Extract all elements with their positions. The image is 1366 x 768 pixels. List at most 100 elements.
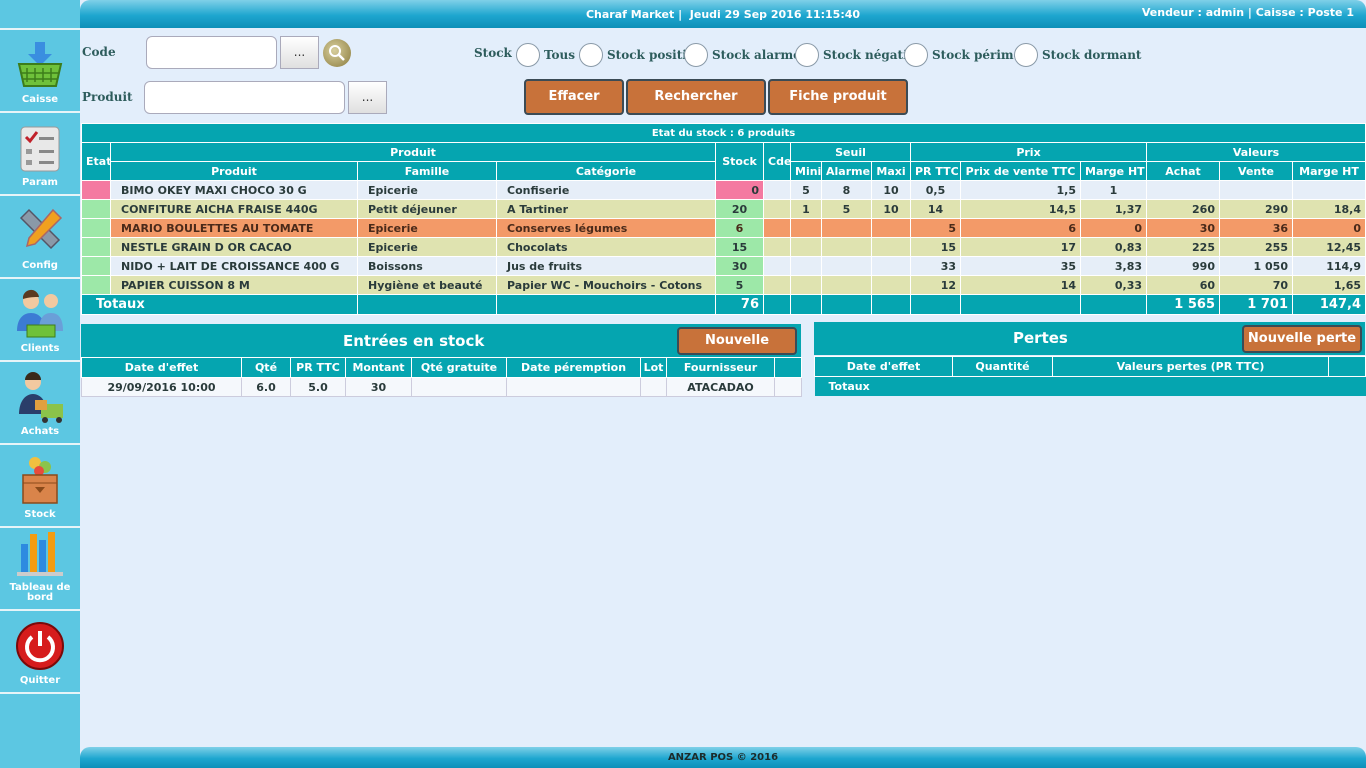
- checklist-icon: [13, 121, 67, 175]
- radio-stock-perime[interactable]: [904, 43, 928, 67]
- col-valeurs-pertes[interactable]: Valeurs pertes (PR TTC): [1052, 356, 1329, 377]
- totals-row: Totaux 76 1 565 1 701 147,4: [81, 294, 1366, 315]
- table-row[interactable]: NESTLE GRAIN D OR CACAO Epicerie Chocola…: [81, 237, 1366, 257]
- radio-tous[interactable]: [516, 43, 540, 67]
- cell-prix-vente: 35: [960, 256, 1081, 276]
- stock-table: Etat du stock : 6 produits Etat Produit …: [80, 123, 1366, 315]
- col-vente[interactable]: Vente: [1219, 161, 1293, 181]
- stock-box-icon: [13, 453, 67, 507]
- produit-input[interactable]: [144, 81, 345, 114]
- cell-alarme: 8: [821, 180, 872, 200]
- nouvelle-entree-button[interactable]: Nouvelle entrée: [677, 327, 797, 372]
- col-produit[interactable]: Produit: [110, 161, 358, 181]
- col-prix-vente[interactable]: Prix de vente TTC: [960, 161, 1081, 181]
- sidebar-item-param[interactable]: Param: [0, 113, 80, 196]
- cell-marge-ht: 12,45: [1291, 237, 1366, 257]
- col-quantite[interactable]: Quantité: [952, 356, 1053, 377]
- cell-categorie: Confiserie: [496, 180, 716, 200]
- cell-famille: Hygiène et beauté: [357, 275, 497, 295]
- radio-stock-positif[interactable]: [579, 43, 603, 67]
- table-row[interactable]: NIDO + LAIT DE CROISSANCE 400 G Boissons…: [81, 256, 1366, 276]
- col-categorie[interactable]: Catégorie: [496, 161, 716, 181]
- col-achat[interactable]: Achat: [1146, 161, 1220, 181]
- cell-pr-ttc: 5: [910, 218, 961, 238]
- table-row[interactable]: BIMO OKEY MAXI CHOCO 30 G Epicerie Confi…: [81, 180, 1366, 200]
- code-browse-button[interactable]: ...: [280, 36, 319, 69]
- session-info: Vendeur : admin | Caisse : Poste 1: [1141, 6, 1354, 19]
- cell-mini: 1: [790, 199, 822, 219]
- cell-stock: 6: [715, 218, 764, 238]
- total-achat: 1 565: [1146, 294, 1220, 315]
- rechercher-button[interactable]: Rechercher: [626, 79, 766, 115]
- table-row[interactable]: 29/09/2016 10:00 6.0 5.0 30 ATACADAO: [81, 377, 802, 397]
- cell-produit: CONFITURE AICHA FRAISE 440G: [110, 199, 358, 219]
- col-stock[interactable]: Stock: [715, 142, 764, 181]
- cell-cde: [763, 256, 791, 276]
- cell-pr-ttc: 5.0: [290, 377, 346, 397]
- col-alarme[interactable]: Alarme: [821, 161, 872, 181]
- col-qte[interactable]: Qté: [241, 357, 291, 378]
- losses-table: Date d'effet Quantité Valeurs pertes (PR…: [814, 356, 1366, 396]
- col-lot[interactable]: Lot: [640, 357, 667, 378]
- col-date-effet[interactable]: Date d'effet: [81, 357, 242, 378]
- cell-marge-ht: 1,65: [1291, 275, 1366, 295]
- sidebar-item-stock[interactable]: Stock: [0, 445, 80, 528]
- radio-stock-alarme[interactable]: [684, 43, 708, 67]
- radio-stock-dormant[interactable]: [1014, 43, 1038, 67]
- col-marge[interactable]: Marge HT: [1080, 161, 1147, 181]
- col-date-effet[interactable]: Date d'effet: [814, 356, 953, 377]
- cell-stock: 15: [715, 237, 764, 257]
- cell-maxi: 10: [871, 199, 911, 219]
- cell-stock: 20: [715, 199, 764, 219]
- col-mini[interactable]: Mini: [790, 161, 822, 181]
- cell-marge: 1: [1080, 180, 1147, 200]
- col-fournisseur[interactable]: Fournisseur: [666, 357, 775, 378]
- cell-produit: NESTLE GRAIN D OR CACAO: [110, 237, 358, 257]
- effacer-button[interactable]: Effacer: [524, 79, 624, 115]
- store-name: Charaf Market |: [585, 8, 683, 21]
- col-famille[interactable]: Famille: [357, 161, 497, 181]
- sidebar-item-label: Caisse: [21, 94, 59, 105]
- search-button[interactable]: [323, 39, 351, 67]
- fiche-produit-button[interactable]: Fiche produit: [768, 79, 908, 115]
- total-stock: 76: [715, 294, 764, 315]
- nouvelle-perte-button[interactable]: Nouvelle perte: [1242, 325, 1362, 353]
- cell-prix-vente: 6: [960, 218, 1081, 238]
- sidebar-item-quitter[interactable]: Quitter: [0, 611, 80, 694]
- col-cde[interactable]: Cde: [763, 142, 791, 181]
- table-row[interactable]: CONFITURE AICHA FRAISE 440G Petit déjeun…: [81, 199, 1366, 219]
- cell-achat: 225: [1146, 237, 1220, 257]
- etat-indicator: [81, 199, 111, 219]
- cell-vente: [1219, 180, 1293, 200]
- col-marge-ht[interactable]: Marge HT: [1291, 161, 1366, 181]
- sidebar-item-clients[interactable]: Clients: [0, 279, 80, 362]
- table-row[interactable]: PAPIER CUISSON 8 M Hygiène et beauté Pap…: [81, 275, 1366, 295]
- etat-indicator: [81, 275, 111, 295]
- cell-mini: 5: [790, 180, 822, 200]
- produit-browse-button[interactable]: ...: [348, 81, 387, 114]
- sidebar-item-config[interactable]: Config: [0, 196, 80, 279]
- cell-alarme: [821, 218, 872, 238]
- cell-mini: [790, 237, 822, 257]
- col-montant[interactable]: Montant: [345, 357, 412, 378]
- cell-cde: [763, 199, 791, 219]
- code-input[interactable]: [146, 36, 277, 69]
- sidebar-item-tableau-de-bord[interactable]: Tableau de bord: [0, 528, 80, 611]
- radio-stock-alarme-label: Stock alarme: [712, 48, 801, 62]
- sidebar-item-achats[interactable]: Achats: [0, 362, 80, 445]
- col-pr-ttc[interactable]: PR TTC: [290, 357, 346, 378]
- sidebar-item-caisse[interactable]: Caisse: [0, 30, 80, 113]
- col-maxi[interactable]: Maxi: [871, 161, 911, 181]
- footer: ANZAR POS © 2016: [80, 747, 1366, 768]
- table-row[interactable]: MARIO BOULETTES AU TOMATE Epicerie Conse…: [81, 218, 1366, 238]
- cell-maxi: [871, 237, 911, 257]
- radio-stock-negatif[interactable]: [795, 43, 819, 67]
- cell-marge-ht: 18,4: [1291, 199, 1366, 219]
- col-pr-ttc[interactable]: PR TTC: [910, 161, 961, 181]
- col-etat[interactable]: Etat: [81, 142, 111, 181]
- col-qte-gratuite[interactable]: Qté gratuite: [411, 357, 507, 378]
- tools-icon: [13, 204, 67, 258]
- header-datetime: Jeudi 29 Sep 2016 11:15:40: [689, 8, 861, 21]
- losses-totals-label: Totaux: [814, 376, 1366, 396]
- col-date-peremption[interactable]: Date péremption: [506, 357, 641, 378]
